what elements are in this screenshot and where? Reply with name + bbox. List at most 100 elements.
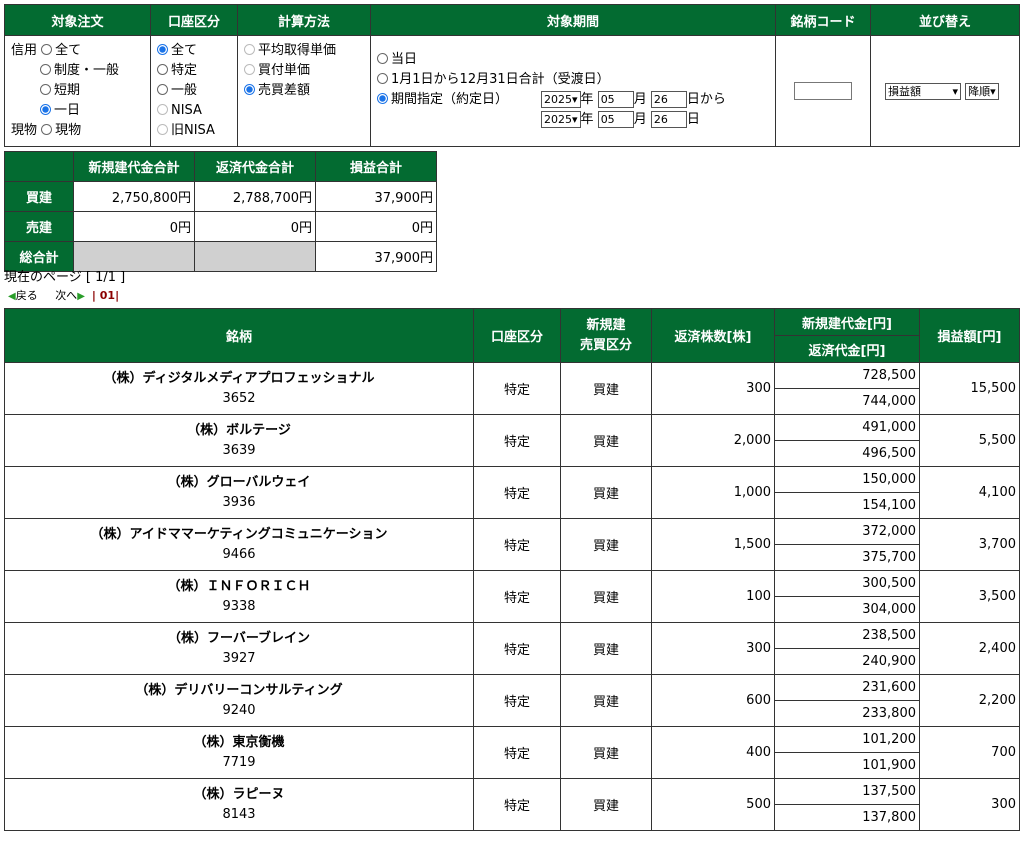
table-row: （株）ラピーヌ 8143 特定 買建 500 137,500 300: [4, 778, 1020, 831]
summary-buy-label: 買建: [4, 181, 74, 212]
col-pl-header: 損益額[円]: [919, 308, 1020, 363]
repay-amount: 154,100: [774, 492, 920, 519]
repay-amount: 233,800: [774, 700, 920, 727]
stock-name: （株）グローバルウェイ: [167, 474, 311, 490]
col-name-header: 銘柄: [4, 308, 474, 363]
summary-new-header: 新規建代金合計: [73, 151, 195, 182]
repay-qty: 400: [651, 726, 775, 779]
stock-code: 9466: [222, 546, 256, 562]
profit-loss: 700: [919, 726, 1020, 779]
calc-radio-average-label: 平均取得単価: [258, 43, 337, 58]
trade-type: 買建: [560, 570, 652, 623]
stock-code: 9240: [222, 702, 256, 718]
stock-name-cell: （株）グローバルウェイ 3936: [4, 466, 474, 519]
repay-amount: 137,800: [774, 804, 920, 831]
period-radio-range[interactable]: [377, 93, 388, 104]
calc-radio-average[interactable]: [244, 44, 255, 55]
to-month-label: 月: [633, 112, 647, 127]
triangle-left-icon: ◀: [8, 291, 16, 302]
profit-loss: 5,500: [919, 414, 1020, 467]
from-month-input[interactable]: 05: [597, 91, 634, 108]
sort-field-select[interactable]: 損益額 ▾: [885, 83, 961, 100]
stock-name: （株）フーバーブレイン: [167, 630, 311, 646]
stock-name: （株）東京衡機: [193, 734, 285, 750]
positions-table: 銘柄 口座区分 新規建 売買区分 返済株数[株] 新規建代金[円] 損益額[円] …: [4, 308, 1020, 831]
stock-name: （株）ディジタルメディアプロフェッショナル: [103, 370, 375, 386]
account-type: 特定: [473, 414, 561, 467]
account-radio-specific[interactable]: [157, 64, 168, 75]
trade-type: 買建: [560, 778, 652, 831]
triangle-right-icon: ▶: [77, 291, 85, 302]
stock-code: 8143: [222, 806, 256, 822]
calc-radio-purchase[interactable]: [244, 64, 255, 75]
new-amount: 491,000: [774, 414, 920, 441]
col-newamt-header: 新規建代金[円]: [774, 308, 920, 336]
current-page-info: 現在のページ [ 1/1 ]: [4, 270, 126, 285]
summary-total-repay: [194, 241, 316, 272]
to-day-label: 日: [686, 112, 700, 127]
order-radio-all-label: 全て: [55, 43, 82, 58]
account-radio-all-label: 全て: [171, 43, 198, 58]
repay-amount: 744,000: [774, 388, 920, 415]
stock-code-header: 銘柄コード: [775, 4, 871, 36]
period-radio-today[interactable]: [377, 53, 388, 64]
account-type: 特定: [473, 674, 561, 727]
account-radio-general[interactable]: [157, 84, 168, 95]
account-type: 特定: [473, 362, 561, 415]
account-radio-all[interactable]: [157, 44, 168, 55]
account-type: 特定: [473, 466, 561, 519]
to-year-select[interactable]: 2025▾: [541, 111, 581, 128]
order-radio-day[interactable]: [40, 104, 51, 115]
stock-name-cell: （株）ラピーヌ 8143: [4, 778, 474, 831]
period-radio-yearly[interactable]: [377, 73, 388, 84]
sort-order-select[interactable]: 降順▾: [965, 83, 999, 100]
table-row: （株）グローバルウェイ 3936 特定 買建 1,000 150,000 4,100: [4, 466, 1020, 519]
stock-name: （株）ボルテージ: [187, 422, 291, 438]
order-radio-standard[interactable]: [40, 64, 51, 75]
trade-type: 買建: [560, 518, 652, 571]
profit-loss: 3,500: [919, 570, 1020, 623]
repay-qty: 100: [651, 570, 775, 623]
profit-loss: 4,100: [919, 466, 1020, 519]
stock-code: 3652: [222, 390, 256, 406]
period-radio-yearly-label: 1月1日から12月31日合計（受渡日）: [391, 72, 610, 87]
stock-name-cell: （株）ディジタルメディアプロフェッショナル 3652: [4, 362, 474, 415]
page-link[interactable]: | 01|: [92, 289, 119, 302]
table-row: （株）アイドママーケティングコミュニケーション 9466 特定 買建 1,500 372,…: [4, 518, 1020, 571]
profit-loss: 15,500: [919, 362, 1020, 415]
table-row: （株）デリバリーコンサルティング 9240 特定 買建 600 231,600 2,200: [4, 674, 1020, 727]
account-type-header: 口座区分: [150, 4, 238, 36]
from-day-input[interactable]: 26: [650, 91, 687, 108]
stock-name: （株）ＩＮＦＯＲＩＣＨ: [167, 578, 311, 594]
from-year-select[interactable]: 2025▾: [541, 91, 581, 108]
order-radio-spot[interactable]: [41, 124, 53, 135]
stock-code: 3936: [222, 494, 256, 510]
stock-name: （株）アイドママーケティングコミュニケーション: [90, 526, 388, 542]
stock-code: 3927: [222, 650, 256, 666]
account-radio-old-nisa-label: 旧NISA: [171, 123, 215, 138]
summary-buy-repay: 2,788,700円: [194, 181, 316, 212]
account-type: 特定: [473, 622, 561, 675]
trade-type: 買建: [560, 414, 652, 467]
trade-type: 買建: [560, 674, 652, 727]
new-amount: 101,200: [774, 726, 920, 753]
order-radio-short[interactable]: [40, 84, 51, 95]
to-day-input[interactable]: 26: [650, 111, 687, 128]
account-radio-nisa: [157, 104, 168, 115]
credit-label: 信用: [11, 43, 38, 58]
account-radio-general-label: 一般: [171, 83, 198, 98]
summary-sell-new: 0円: [73, 211, 195, 242]
order-radio-day-label: 一日: [54, 103, 81, 118]
new-amount: 238,500: [774, 622, 920, 649]
repay-amount: 375,700: [774, 544, 920, 571]
next-link[interactable]: 次へ▶: [55, 289, 85, 302]
new-amount: 300,500: [774, 570, 920, 597]
col-newtype-header-line2: 売買区分: [579, 337, 632, 353]
calc-radio-diff[interactable]: [244, 84, 255, 95]
stock-code-input[interactable]: [794, 82, 852, 100]
prev-link[interactable]: ◀戻る: [8, 289, 38, 302]
order-radio-all[interactable]: [41, 44, 53, 55]
repay-qty: 1,000: [651, 466, 775, 519]
summary-sell-label: 売建: [4, 211, 74, 242]
to-month-input[interactable]: 05: [597, 111, 634, 128]
